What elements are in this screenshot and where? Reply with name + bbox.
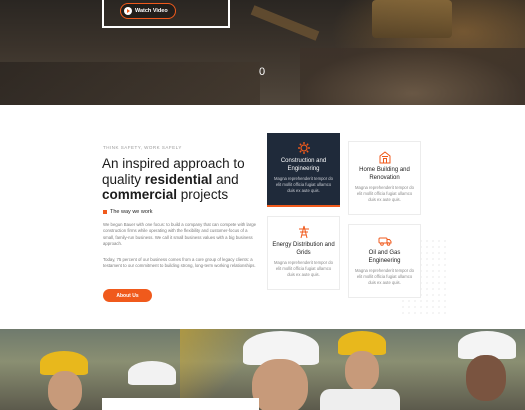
service-desc: Magna reprehenderit tempor do elit molli…: [274, 176, 333, 193]
service-card-energy[interactable]: Energy Distribution and Grids Magna repr…: [267, 216, 340, 290]
headline-text-2: and: [212, 171, 239, 187]
service-title: Oil and Gas Engineering: [368, 250, 401, 264]
worker-face: [252, 359, 308, 410]
service-card-home-building[interactable]: Home Building and Renovation Magna repre…: [348, 141, 421, 215]
watch-video-button[interactable]: Watch Video: [120, 3, 176, 19]
service-title: Construction and Engineering: [280, 158, 327, 172]
headline-text-3: projects: [177, 187, 229, 202]
about-us-button[interactable]: About Us: [103, 289, 152, 302]
hero-ground-right: [300, 48, 525, 105]
worker-face: [345, 351, 379, 391]
hero-banner: Watch Video 0: [0, 0, 525, 105]
truck-icon: [378, 233, 392, 247]
section-headline: An inspired approach to quality resident…: [102, 156, 277, 203]
content-card-peek: [102, 398, 259, 410]
building-icon: [378, 150, 392, 164]
about-paragraph-1: We begun Bauer with one focus: to build …: [103, 222, 257, 246]
slide-counter: 0: [258, 66, 266, 78]
headline-bold-1: residential: [144, 171, 213, 187]
service-card-oil-gas[interactable]: Oil and Gas Engineering Magna reprehende…: [348, 224, 421, 298]
service-title: Energy Distribution and Grids: [272, 242, 335, 256]
subhead: The way we work: [103, 209, 153, 215]
excavator-image: [372, 0, 452, 38]
service-title: Home Building and Renovation: [359, 167, 410, 181]
service-desc: Magna reprehenderit tempor do elit molli…: [355, 185, 414, 202]
worker-shirt: [320, 389, 400, 410]
worker-face: [48, 371, 82, 410]
service-desc: Magna reprehenderit tempor do elit molli…: [274, 260, 333, 277]
section-eyebrow: Think safety, work safely: [103, 145, 182, 150]
service-desc: Magna reprehenderit tempor do elit molli…: [355, 268, 414, 285]
about-paragraph-2: Today, 75 percent of our business comes …: [103, 257, 256, 269]
worker-face: [466, 355, 506, 401]
accent-square-icon: [103, 210, 107, 214]
subhead-label: The way we work: [110, 209, 153, 215]
headline-bold-2: commercial: [102, 187, 178, 202]
pylon-icon: [297, 225, 311, 239]
workers-photo: [0, 329, 525, 410]
excavator-arm: [250, 5, 320, 41]
video-frame: Watch Video: [102, 0, 230, 28]
play-icon: [124, 7, 132, 15]
gear-icon: [297, 141, 311, 155]
service-card-construction[interactable]: Construction and Engineering Magna repre…: [267, 133, 340, 207]
white-helmet: [128, 361, 176, 385]
hero-ground-left: [0, 62, 260, 105]
watch-video-label: Watch Video: [135, 8, 168, 14]
